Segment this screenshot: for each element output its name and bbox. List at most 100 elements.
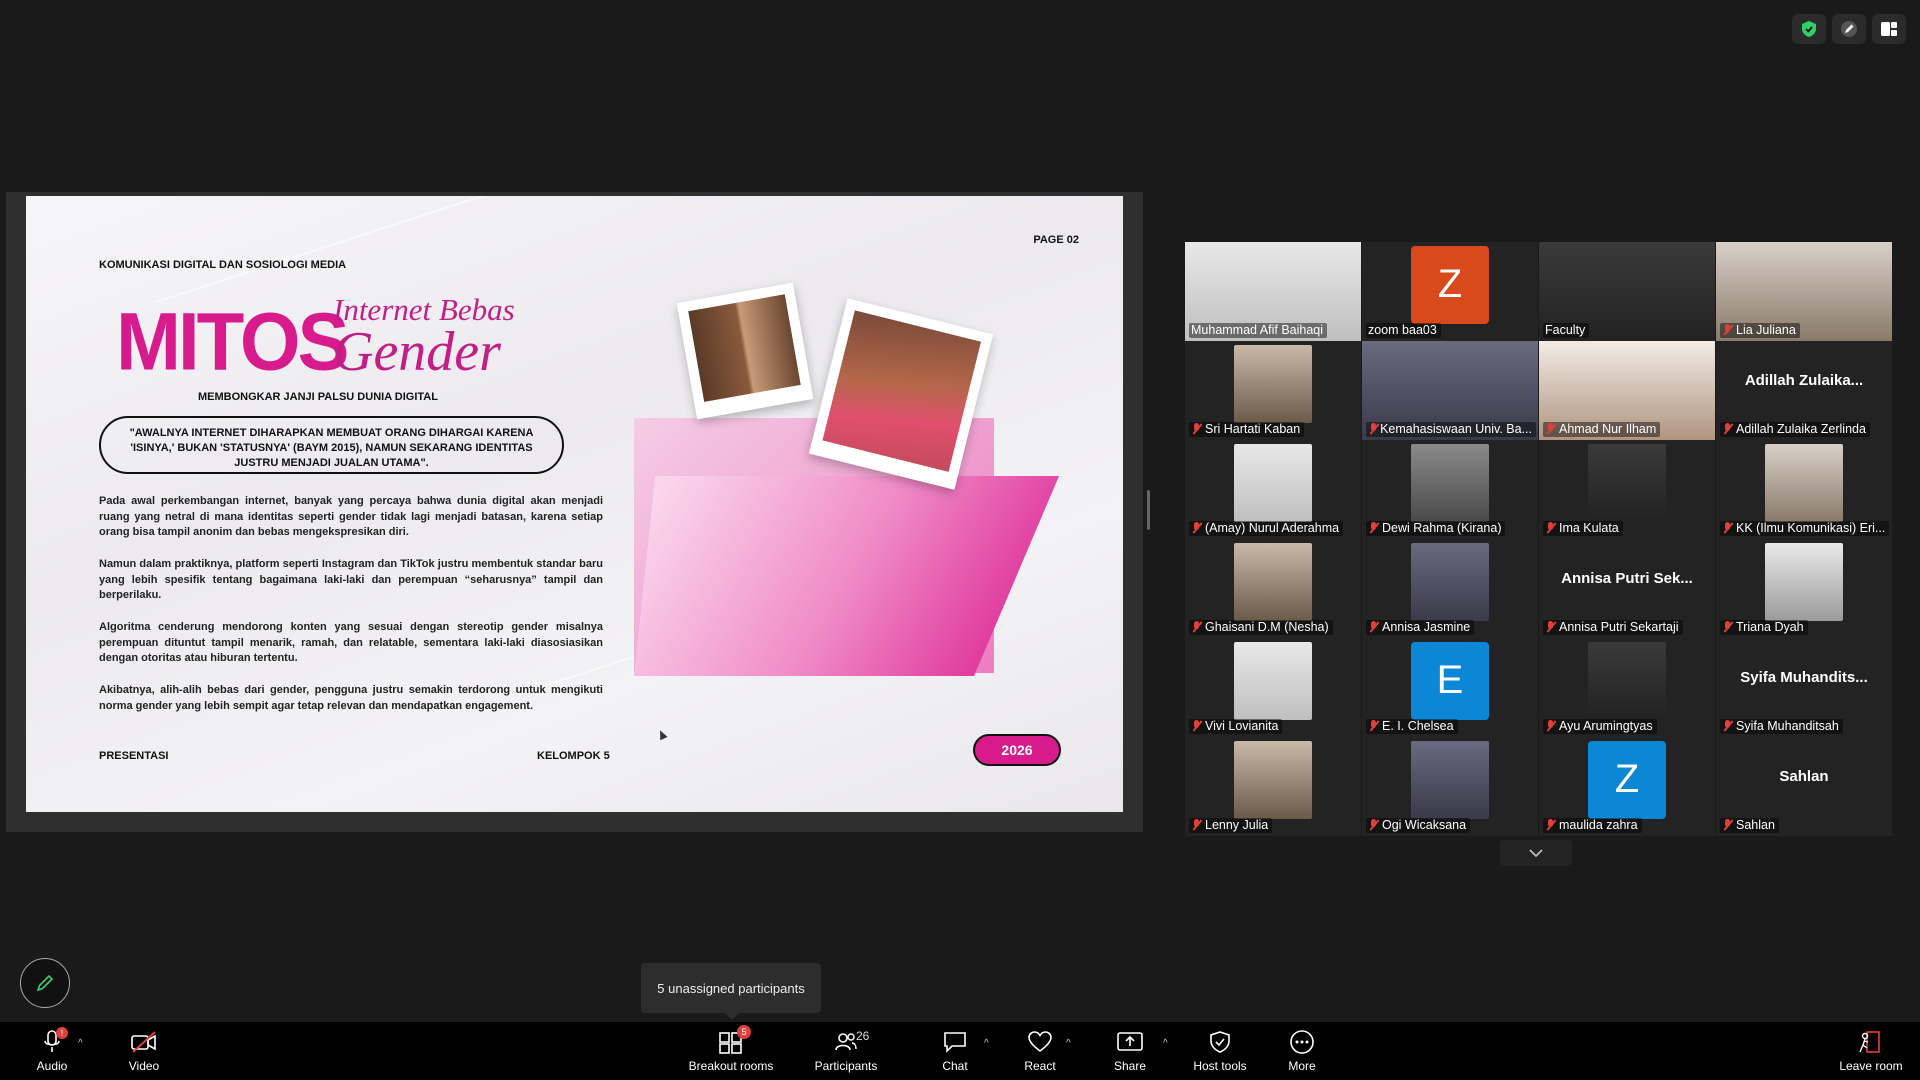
breakout-badge: 5	[737, 1025, 751, 1039]
face-split-photo	[676, 282, 814, 420]
breakout-rooms-icon: 5	[717, 1025, 751, 1055]
mic-muted-icon	[1191, 819, 1202, 831]
participant-name-label: Sri Hartati Kaban	[1189, 422, 1305, 437]
heart-react-icon	[1026, 1029, 1054, 1055]
participant-name-label: Syifa Muhanditsah	[1720, 719, 1843, 734]
video-label: Video	[128, 1059, 160, 1073]
more-label: More	[1288, 1059, 1316, 1073]
mic-muted-icon	[1191, 423, 1202, 435]
participant-tile[interactable]: Triana Dyah	[1716, 539, 1892, 638]
slide-quote-box: "AWALNYA INTERNET DIHARAPKAN MEMBUAT ORA…	[99, 416, 564, 474]
participant-name: Lenny Julia	[1205, 818, 1269, 832]
chat-options-caret-icon[interactable]: ^	[984, 1038, 989, 1049]
participant-tile[interactable]: Lia Juliana	[1716, 242, 1892, 341]
participants-button[interactable]: 26 Participants	[812, 1022, 880, 1080]
slide-tagline: MEMBONGKAR JANJI PALSU DUNIA DIGITAL	[198, 391, 438, 403]
participant-tile[interactable]: Annisa Jasmine	[1362, 539, 1538, 638]
participant-name-label: Sahlan	[1720, 818, 1779, 833]
slide-footer-group: KELOMPOK 5	[537, 750, 610, 762]
participant-name-label: Ghaisani D.M (Nesha)	[1189, 620, 1333, 635]
participant-tile[interactable]: Dewi Rahma (Kirana)	[1362, 440, 1538, 539]
participant-name-label: Muhammad Afif Baihaqi	[1189, 323, 1328, 338]
slide-paragraph: Akibatnya, alih-alih bebas dari gender, …	[99, 684, 603, 712]
more-button[interactable]: More	[1286, 1022, 1318, 1080]
participant-video	[1588, 641, 1666, 720]
react-label: React	[1024, 1059, 1056, 1073]
participant-name-label: Ayu Arumingtyas	[1543, 719, 1657, 734]
participant-tile[interactable]: Kemahasiswaan Univ. Ba...	[1362, 341, 1538, 440]
participant-tile[interactable]: Annisa Putri Sek... Annisa Putri Sekartaj…	[1539, 539, 1715, 638]
participant-tile[interactable]: Faculty	[1539, 242, 1715, 341]
participant-tile[interactable]: Ogi Wicaksana	[1362, 737, 1538, 836]
participant-tile[interactable]: Vivi Lovianita	[1185, 638, 1361, 737]
mic-muted-icon	[1722, 621, 1733, 633]
view-layout-icon[interactable]	[1872, 14, 1906, 44]
participant-tile[interactable]: KK (Ilmu Komunikasi) Eri...	[1716, 440, 1892, 539]
participant-name: Faculty	[1545, 323, 1586, 337]
share-button[interactable]: Share	[1114, 1022, 1146, 1080]
host-tools-button[interactable]: Host tools	[1190, 1022, 1250, 1080]
audio-label: Audio	[36, 1059, 68, 1073]
participant-tile[interactable]: Zmaulida zahra	[1539, 737, 1715, 836]
participant-name: Annisa Putri Sekartaji	[1559, 620, 1679, 634]
participant-video	[1411, 740, 1489, 819]
participant-name: Ima Kulata	[1559, 521, 1619, 535]
participant-tile[interactable]: Syifa Muhandits... Syifa Muhanditsah	[1716, 638, 1892, 737]
audio-options-caret-icon[interactable]: ^	[78, 1038, 83, 1049]
participant-name: Sri Hartati Kaban	[1205, 422, 1301, 436]
participant-tile[interactable]: E E. I. Chelsea	[1362, 638, 1538, 737]
participant-video	[1234, 740, 1312, 819]
participant-avatar: E	[1411, 641, 1489, 720]
react-button[interactable]: React	[1022, 1022, 1058, 1080]
participant-name-label: Ima Kulata	[1543, 521, 1623, 536]
slide-subtitle-line2: Gender	[333, 321, 501, 383]
video-button[interactable]: Video	[120, 1022, 168, 1080]
mic-muted-icon	[1545, 522, 1556, 534]
participant-tile[interactable]: Adillah Zulaika... Adillah Zulaika Zerlin…	[1716, 341, 1892, 440]
mic-muted-icon	[1368, 423, 1377, 435]
slide-course-title: KOMUNIKASI DIGITAL DAN SOSIOLOGI MEDIA	[99, 259, 347, 271]
participant-tile[interactable]: Ahmad Nur Ilham	[1539, 341, 1715, 440]
participant-tile[interactable]: Sri Hartati Kaban	[1185, 341, 1361, 440]
panel-resize-handle[interactable]	[1147, 490, 1150, 530]
participant-avatar: Z	[1411, 245, 1489, 324]
participant-name: E. I. Chelsea	[1382, 719, 1454, 733]
participant-name: maulida zahra	[1559, 818, 1638, 832]
participant-tile[interactable]: Ayu Arumingtyas	[1539, 638, 1715, 737]
shared-screen[interactable]: PAGE 02 KOMUNIKASI DIGITAL DAN SOSIOLOGI…	[6, 192, 1143, 832]
audio-button[interactable]: ! Audio	[30, 1022, 74, 1080]
share-options-caret-icon[interactable]: ^	[1163, 1038, 1168, 1049]
participant-name: Lia Juliana	[1736, 323, 1796, 337]
mic-muted-icon	[1191, 621, 1202, 633]
participant-tile[interactable]: Lenny Julia	[1185, 737, 1361, 836]
participant-name-label: KK (Ilmu Komunikasi) Eri...	[1720, 521, 1890, 536]
presentation-slide: PAGE 02 KOMUNIKASI DIGITAL DAN SOSIOLOGI…	[26, 196, 1123, 812]
react-options-caret-icon[interactable]: ^	[1066, 1038, 1071, 1049]
gallery-next-page-button[interactable]	[1500, 840, 1572, 866]
participant-tile[interactable]: Ghaisani D.M (Nesha)	[1185, 539, 1361, 638]
participant-name-label: Ahmad Nur Ilham	[1543, 422, 1661, 437]
breakout-rooms-label: Breakout rooms	[688, 1059, 774, 1073]
participant-name-label: Triana Dyah	[1720, 620, 1808, 635]
slide-paragraph: Algoritma cenderung mendorong konten yan…	[99, 621, 603, 664]
participant-video	[1234, 542, 1312, 621]
security-shield-icon[interactable]	[1792, 14, 1826, 44]
participant-name-label: zoom baa03	[1366, 323, 1441, 338]
participant-name: Ghaisani D.M (Nesha)	[1205, 620, 1329, 634]
breakout-rooms-button[interactable]: 5 Breakout rooms	[686, 1022, 776, 1080]
participant-tile[interactable]: (Amay) Nurul Aderahma	[1185, 440, 1361, 539]
participant-display-name: Syifa Muhandits...	[1740, 669, 1868, 686]
slide-page-number: PAGE 02	[1033, 234, 1079, 246]
participant-tile[interactable]: Muhammad Afif Baihaqi	[1185, 242, 1361, 341]
participant-name: Ahmad Nur Ilham	[1559, 422, 1657, 436]
participant-tile[interactable]: Sahlan Sahlan	[1716, 737, 1892, 836]
participant-tile[interactable]: Ima Kulata	[1539, 440, 1715, 539]
annotation-tools-button[interactable]	[20, 958, 70, 1008]
leave-room-button[interactable]: Leave room	[1838, 1022, 1904, 1080]
chat-button[interactable]: Chat	[940, 1022, 970, 1080]
chevron-down-icon	[1529, 849, 1543, 857]
participant-tile[interactable]: Zzoom baa03	[1362, 242, 1538, 341]
participant-video	[1765, 542, 1843, 621]
annotate-pencil-icon[interactable]	[1832, 14, 1866, 44]
participant-name: Adillah Zulaika Zerlinda	[1736, 422, 1866, 436]
